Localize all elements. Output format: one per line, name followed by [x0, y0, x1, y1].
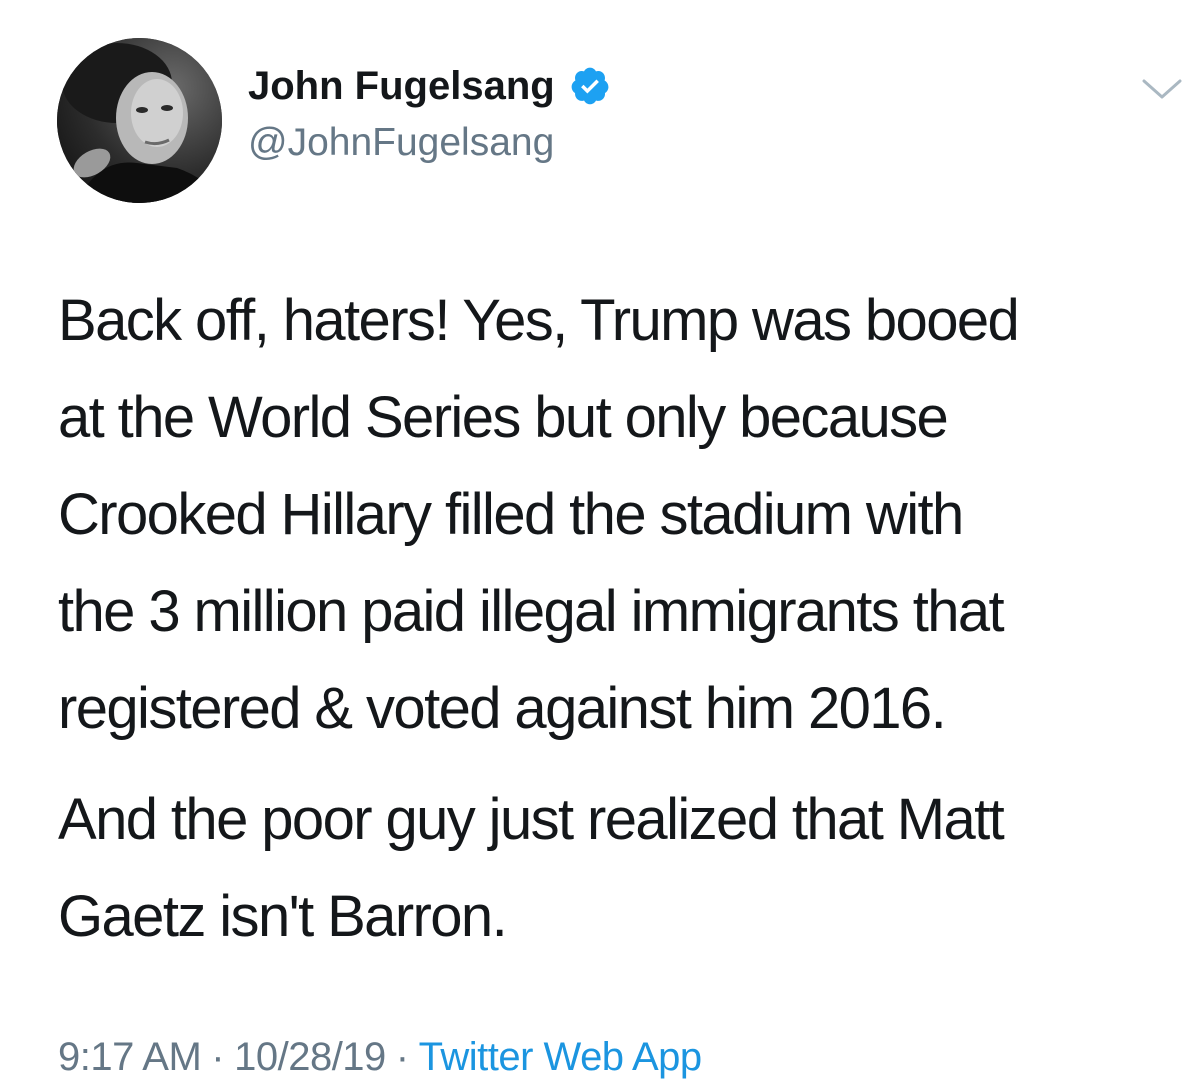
tweet-line: Back off, haters! Yes, Trump was booed	[58, 288, 1020, 353]
tweet-line: Gaetz isn't Barron.	[58, 884, 508, 949]
tweet-paragraph-1: Back off, haters! Yes, Trump was booed a…	[58, 272, 1173, 757]
tweet-meta: 9:17 AM · 10/28/19 · Twitter Web App	[58, 1032, 702, 1082]
display-name[interactable]: John Fugelsang	[248, 62, 555, 110]
meta-separator: ·	[395, 1035, 409, 1079]
avatar[interactable]	[57, 38, 222, 203]
meta-separator: ·	[211, 1035, 225, 1079]
verified-badge-icon	[569, 65, 611, 107]
avatar-photo	[57, 38, 222, 203]
author-name-row[interactable]: John Fugelsang	[248, 62, 611, 110]
tweet-line: the 3 million paid illegal immigrants th…	[58, 579, 1005, 644]
tweet-card: John Fugelsang @JohnFugelsang Back off, …	[0, 0, 1197, 1091]
tweet-line: at the World Series but only because	[58, 385, 949, 450]
tweet-line: Crooked Hillary filled the stadium with	[58, 482, 964, 547]
tweet-source-link[interactable]: Twitter Web App	[419, 1035, 703, 1079]
tweet-paragraph-2: And the poor guy just realized that Matt…	[58, 771, 1173, 965]
tweet-line: registered & voted against him 2016.	[58, 676, 947, 741]
chevron-down-icon[interactable]	[1140, 75, 1184, 105]
tweet-time[interactable]: 9:17 AM	[58, 1035, 202, 1079]
tweet-date[interactable]: 10/28/19	[234, 1035, 386, 1079]
tweet-line: And the poor guy just realized that Matt	[58, 787, 1005, 852]
user-handle[interactable]: @JohnFugelsang	[248, 120, 554, 166]
tweet-text: Back off, haters! Yes, Trump was booed a…	[58, 272, 1173, 965]
